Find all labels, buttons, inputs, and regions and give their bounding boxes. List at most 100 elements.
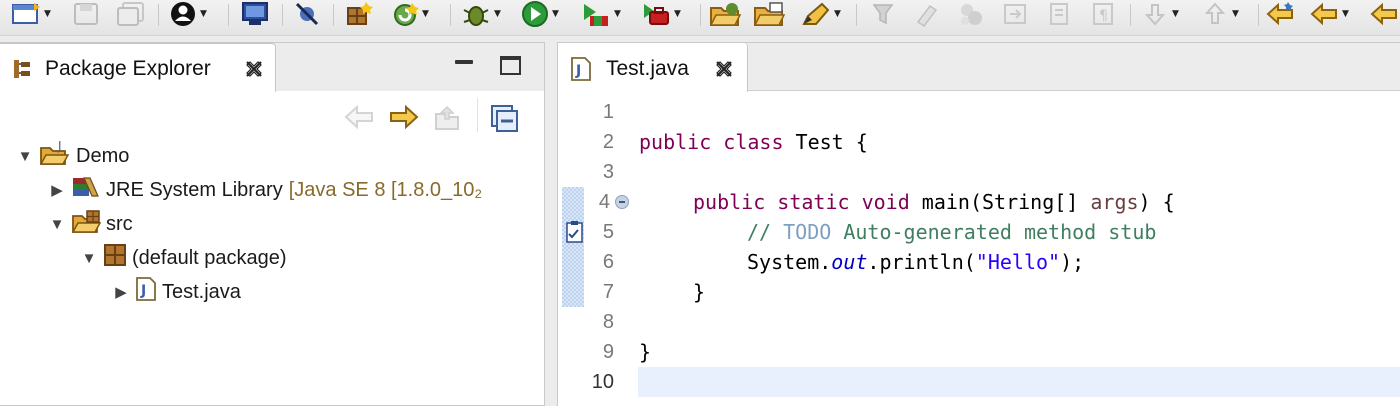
external-tools-button[interactable]: ▼ (640, 0, 681, 28)
toggle-mark-button[interactable] (868, 0, 898, 28)
prev-annotation-button[interactable] (1044, 0, 1074, 28)
line-number: 2 (602, 131, 614, 153)
new-package-button[interactable] (344, 0, 374, 28)
back-icon (1310, 2, 1337, 26)
editor-tab-title: Test.java (606, 57, 689, 80)
pilcrow-button[interactable]: ¶ (1088, 0, 1118, 28)
package-explorer-title: Package Explorer (45, 57, 211, 80)
annotation-icon (961, 4, 982, 25)
highlight-pen-icon (802, 2, 830, 25)
collapse-all-icon[interactable] (490, 104, 520, 134)
task-marker-icon[interactable] (564, 220, 586, 244)
line-number: 6 (602, 251, 614, 273)
open-folder-icon (709, 3, 742, 26)
save-button[interactable] (72, 0, 100, 28)
package-explorer-view: Package Explorer ▼ J Demo ▶ JRE System L… (0, 42, 545, 406)
tab-test-java[interactable]: J Test.java (558, 43, 748, 92)
next-annotation-icon (1144, 4, 1166, 26)
collapsed-twisty-icon[interactable]: ▶ (112, 283, 130, 301)
tree-item-jre-library[interactable]: ▶ JRE System Library [Java SE 8 [1.8.0_1… (48, 175, 542, 205)
main-toolbar: ▼ ▼ ▼ ▼ ▼ ▼ ▼ ▼ ¶ ▼ ▼ ▼ (0, 0, 1400, 36)
search-tool-icon (916, 4, 938, 28)
java-file-icon: J (134, 276, 158, 308)
code-line: 6 System.out.println("Hello"); (558, 247, 1400, 277)
svg-text:J: J (575, 63, 581, 79)
java-project-icon: J (38, 139, 72, 172)
new-wizard-button[interactable]: ▼ (10, 0, 51, 28)
code-line: 5 // TODO Auto-generated method stub (558, 217, 1400, 247)
code-text: } (693, 280, 706, 304)
editor-text-area[interactable]: 1 2 public class Test { 3 4 public stati… (558, 92, 1400, 406)
forward-button[interactable] (1368, 0, 1398, 28)
maximize-button[interactable] (500, 56, 521, 75)
collapsed-twisty-icon[interactable]: ▶ (48, 181, 66, 199)
forward-icon[interactable] (388, 104, 420, 130)
code-line: 3 (558, 157, 1400, 187)
expanded-twisty-icon[interactable]: ▼ (48, 216, 66, 233)
java-file-icon: J (571, 57, 591, 81)
tree-label-test-java: Test.java (162, 280, 241, 303)
coverage-button[interactable]: ▼ (580, 0, 621, 28)
code-text: public static void main(String[] args) { (693, 190, 1175, 214)
next-annotation-button[interactable] (1000, 0, 1030, 28)
tree-item-default-package[interactable]: ▼ (default package) (80, 243, 287, 273)
tree-item-test-java[interactable]: ▶ J Test.java (112, 277, 241, 307)
up-folder-icon[interactable] (432, 104, 462, 132)
tree-item-src[interactable]: ▼ src (48, 209, 133, 239)
account-button[interactable]: ▼ (168, 0, 207, 28)
back-button[interactable]: ▼ (1308, 0, 1349, 28)
terminal-button[interactable] (240, 0, 270, 28)
jre-version-decoration: [Java SE 8 [1.8.0_10₂ (288, 178, 483, 201)
code-line: 9 } (558, 337, 1400, 367)
last-edit-icon: ¶ (1093, 3, 1113, 25)
skip-breakpoints-button[interactable] (292, 0, 322, 28)
next-edit-button[interactable]: ▼ (1140, 0, 1179, 28)
search-tool-button[interactable] (912, 0, 942, 28)
code-text: // TODO Auto-generated method stub (747, 220, 1157, 244)
tab-package-explorer[interactable]: Package Explorer (0, 43, 276, 92)
expanded-twisty-icon[interactable]: ▼ (80, 250, 98, 267)
refresh-button[interactable]: ▼ (390, 0, 429, 28)
close-icon[interactable] (714, 59, 734, 79)
save-all-button[interactable] (114, 0, 148, 28)
open-folder-button[interactable] (708, 0, 742, 28)
terminal-icon (242, 2, 268, 25)
svg-text:J: J (57, 140, 62, 153)
package-explorer-nav (0, 92, 544, 144)
new-wizard-icon (12, 3, 40, 24)
external-tools-icon (644, 4, 669, 25)
line-number: 8 (602, 311, 614, 333)
run-coverage-icon (584, 4, 608, 26)
minimize-button[interactable] (455, 60, 473, 64)
new-package-icon (347, 2, 373, 25)
back-icon[interactable] (343, 104, 375, 130)
open-type-button[interactable] (752, 0, 786, 28)
tree-item-project[interactable]: ▼ J Demo (16, 139, 130, 172)
fold-collapse-icon[interactable] (615, 195, 629, 209)
last-edit-location-button[interactable] (1264, 0, 1296, 28)
prev-annotation-icon (1050, 3, 1068, 25)
package-explorer-tabbar: Package Explorer (0, 43, 544, 92)
view-sash[interactable] (545, 42, 557, 406)
open-type-icon (753, 2, 786, 26)
close-icon[interactable] (244, 59, 264, 79)
save-icon (74, 3, 98, 25)
prev-annotation-icon (1204, 2, 1226, 24)
line-number: 7 (602, 281, 614, 303)
code-line: 4 public static void main(String[] args)… (558, 187, 1400, 217)
skip-breakpoints-icon (295, 2, 319, 26)
line-number: 1 (602, 101, 614, 123)
prev-edit-button[interactable]: ▼ (1200, 0, 1239, 28)
annotation-button[interactable] (956, 0, 986, 28)
run-play-icon (522, 1, 548, 27)
tree-label-project: Demo (76, 144, 130, 167)
line-number: 4 (598, 191, 610, 213)
expanded-twisty-icon[interactable]: ▼ (16, 148, 34, 165)
line-number: 10 (591, 371, 614, 393)
code-text: System.out.println("Hello"); (747, 250, 1085, 274)
next-annotation-icon (1004, 4, 1026, 24)
last-edit-icon (1266, 2, 1293, 26)
highlight-button[interactable]: ▼ (798, 0, 841, 28)
run-button[interactable]: ▼ (520, 0, 559, 28)
debug-button[interactable]: ▼ (460, 0, 501, 28)
